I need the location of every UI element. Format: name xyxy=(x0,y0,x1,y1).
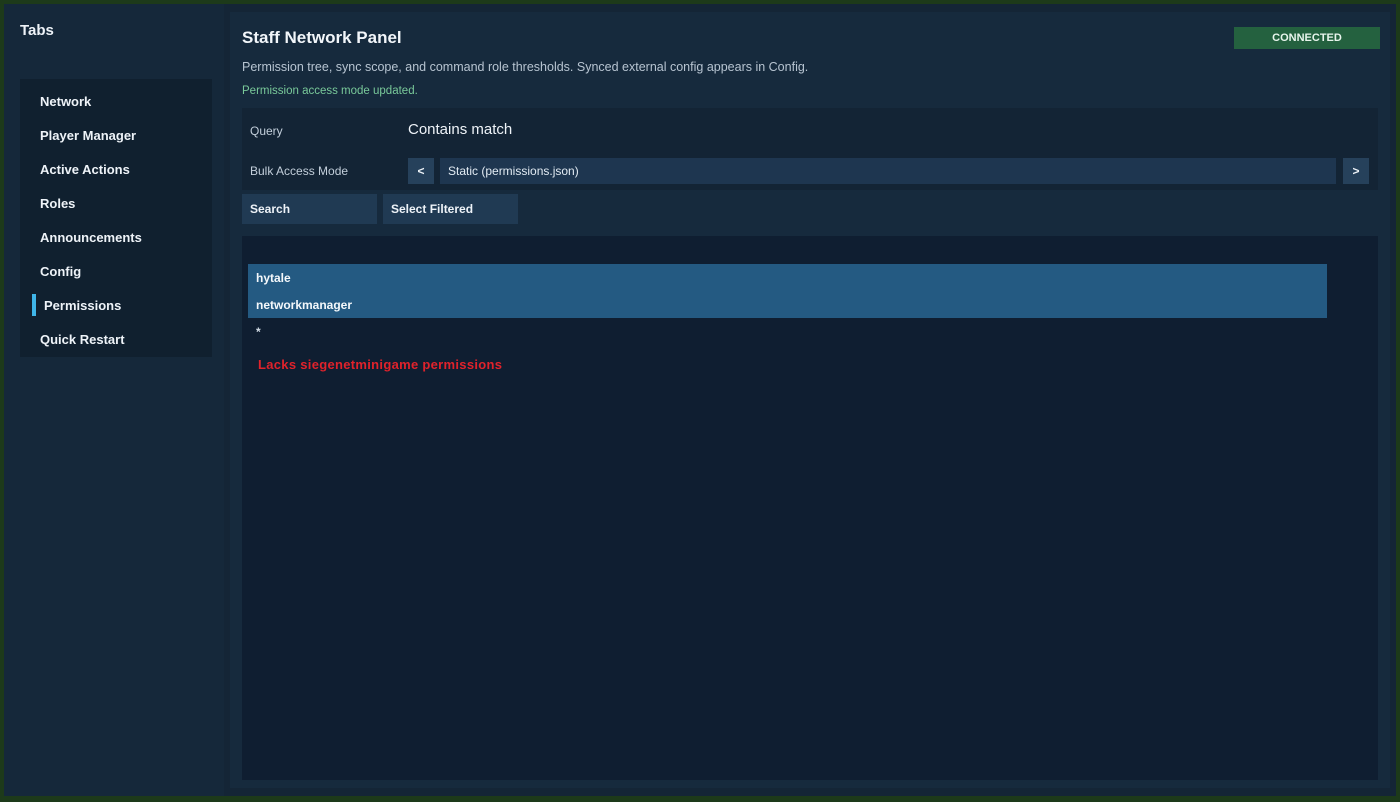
main-panel: Staff Network Panel CONNECTED Permission… xyxy=(230,12,1390,788)
active-tab-indicator xyxy=(32,294,36,316)
sidebar-item-label: Player Manager xyxy=(40,127,137,143)
sidebar-item-label: Network xyxy=(40,93,92,109)
sidebar-item-roles[interactable]: Roles xyxy=(20,188,212,218)
sidebar-item-permissions[interactable]: Permissions xyxy=(20,290,212,320)
status-badge: CONNECTED xyxy=(1234,27,1380,49)
bulk-access-mode-label: Bulk Access Mode xyxy=(250,164,349,178)
permission-list: hytale networkmanager * Lacks siegenetmi… xyxy=(242,236,1378,780)
query-label: Query xyxy=(250,124,283,138)
sidebar-item-label: Quick Restart xyxy=(40,331,125,347)
list-item[interactable]: hytale xyxy=(248,264,1327,291)
sidebar-item-player-manager[interactable]: Player Manager xyxy=(20,120,212,150)
mode-prev-button[interactable]: < xyxy=(408,158,434,184)
filter-controls: Query Contains match Bulk Access Mode < … xyxy=(242,108,1378,190)
sidebar-item-quick-restart[interactable]: Quick Restart xyxy=(20,324,212,354)
sidebar-item-label: Announcements xyxy=(40,229,142,245)
sidebar-item-label: Config xyxy=(40,263,82,279)
list-item[interactable]: * xyxy=(248,318,1327,345)
app-window: Tabs Network Player Manager Active Actio… xyxy=(4,4,1396,796)
sidebar-title: Tabs xyxy=(20,22,54,39)
query-mode-value[interactable]: Contains match xyxy=(408,121,512,138)
sidebar-item-config[interactable]: Config xyxy=(20,256,212,286)
page-subtitle: Permission tree, sync scope, and command… xyxy=(242,60,809,74)
search-button[interactable]: Search xyxy=(242,194,377,224)
status-message: Permission access mode updated. xyxy=(242,85,418,97)
select-filtered-button[interactable]: Select Filtered xyxy=(383,194,518,224)
bulk-access-mode-field[interactable]: Static (permissions.json) xyxy=(440,158,1336,184)
sidebar-item-label: Active Actions xyxy=(40,161,130,177)
sidebar-item-announcements[interactable]: Announcements xyxy=(20,222,212,252)
sidebar-item-label: Permissions xyxy=(44,297,122,313)
sidebar-item-label: Roles xyxy=(40,195,76,211)
sidebar-item-network[interactable]: Network xyxy=(20,86,212,116)
mode-next-button[interactable]: > xyxy=(1343,158,1369,184)
sidebar-item-active-actions[interactable]: Active Actions xyxy=(20,154,212,184)
sidebar: Tabs Network Player Manager Active Actio… xyxy=(4,4,224,796)
list-item[interactable]: networkmanager xyxy=(248,291,1327,318)
page-title: Staff Network Panel xyxy=(242,28,402,47)
sidebar-nav: Network Player Manager Active Actions Ro… xyxy=(20,79,212,357)
permission-warning: Lacks siegenetminigame permissions xyxy=(258,357,503,372)
